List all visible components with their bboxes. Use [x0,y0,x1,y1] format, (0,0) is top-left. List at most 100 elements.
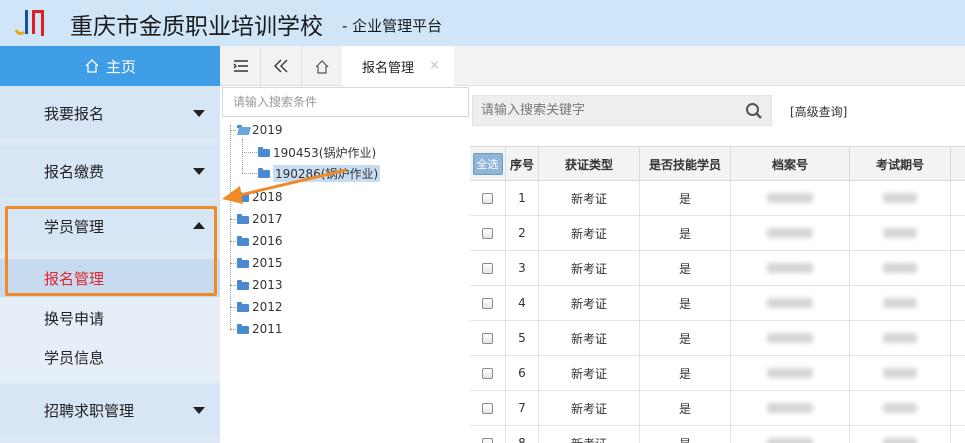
table-row[interactable]: 3 新考证是 [470,251,965,286]
search-icon[interactable] [745,102,763,120]
row-checkbox[interactable] [482,262,493,274]
sidebar-group-payment[interactable]: 报名缴费 [0,145,220,197]
table-row[interactable]: 2 新考证是 [470,216,965,251]
close-icon[interactable]: × [429,58,440,73]
row-checkbox[interactable] [482,192,493,204]
tab-bar: 报名管理 × [220,46,965,86]
redacted-value [767,263,813,273]
table-row[interactable]: 1 新考证是 [470,181,965,216]
redacted-value [767,438,813,443]
tree-node-2013[interactable]: 2013 [237,276,283,294]
checkbox-cell [470,286,506,320]
advanced-search-link[interactable]: [高级查询] [790,103,847,120]
redacted-value [767,228,813,238]
cert-type-cell: 新考证 [539,391,640,425]
table-row[interactable]: 6 新考证是 [470,356,965,391]
exam-period-cell [850,426,951,443]
tree-node-2018[interactable]: 2018 [237,188,283,206]
tree-node-2019[interactable]: 2019 [237,121,283,139]
table-row[interactable]: 8新考证是 [470,426,965,443]
table-row[interactable]: 7 新考证是 [470,391,965,426]
sidebar-group-label: 我要报名 [44,104,105,123]
redacted-value [767,298,813,308]
chevron-down-icon [193,110,205,117]
cert-type-cell: 新考证 [539,216,640,250]
sidebar-item-label: 学员信息 [44,348,105,367]
folder-icon [237,214,249,224]
checkbox-cell [470,426,506,443]
redacted-value [767,403,813,413]
sidebar-group-label: 报名缴费 [44,162,105,181]
table-row[interactable]: 4 新考证是 [470,286,965,321]
tree-node-190453[interactable]: 190453(锅炉作业) [258,143,376,161]
tree-node-2015[interactable]: 2015 [237,254,283,272]
sidebar-item-number-change[interactable]: 换号申请 [0,299,220,337]
app-subtitle: - 企业管理平台 [342,17,443,35]
sidebar-group-recruit[interactable]: 招聘求职管理 [0,384,220,436]
sidebar-group-enroll[interactable]: 我要报名 [0,87,220,139]
skill-student-cell: 是 [640,251,731,285]
chevron-down-icon [193,407,205,414]
row-number: 2 [506,216,539,250]
folder-icon [237,280,249,290]
row-number: 1 [506,181,539,215]
home-icon [85,59,99,73]
tree-node-190286[interactable]: 190286(锅炉作业) [258,164,381,182]
row-number: 3 [506,251,539,285]
cert-type-cell: 新考证 [539,321,640,355]
tree-node-2011[interactable]: 2011 [237,320,283,338]
exam-period-cell [850,356,951,390]
skill-student-cell: 是 [640,286,731,320]
checkbox-cell [470,356,506,390]
row-checkbox[interactable] [482,227,493,239]
cert-type-cell: 新考证 [539,426,640,443]
redacted-value [767,193,813,203]
tree-node-label: 190286(锅炉作业) [273,164,381,182]
exam-period-cell [850,181,951,215]
double-chevron-left-icon[interactable] [262,46,300,86]
column-header: 是否技能学员 [640,147,731,181]
home-tab-icon[interactable] [303,46,341,86]
cert-type-cell: 新考证 [539,181,640,215]
skill-student-cell: 是 [640,426,731,443]
folder-icon [258,147,270,157]
redacted-value [883,263,917,273]
table-row[interactable]: 5 新考证是 [470,321,965,356]
file-number-cell [731,216,850,250]
chevron-down-icon [193,168,205,175]
row-checkbox[interactable] [482,332,493,344]
row-checkbox[interactable] [482,367,493,379]
highlight-annotation-box [5,206,217,296]
file-number-cell [731,251,850,285]
sidebar-item-student-info[interactable]: 学员信息 [0,338,220,376]
column-header: 考试期号 [850,147,951,181]
column-header: 序号 [506,147,539,181]
tree-node-2012[interactable]: 2012 [237,298,283,316]
checkbox-cell [470,321,506,355]
folder-icon [237,324,249,334]
tree-node-label: 2011 [252,322,283,336]
redacted-value [883,368,917,378]
cert-type-cell: 新考证 [539,286,640,320]
year-tree: 2019 190453(锅炉作业) 190286(锅炉作业) 2018 2017… [226,121,466,361]
enrollment-table: 全选 序号 获证类型 是否技能学员 档案号 考试期号 1 新考证是 2 新考证是 3 新考… [470,146,965,443]
row-checkbox[interactable] [482,297,493,309]
column-header: 档案号 [731,147,850,181]
keyword-search-box [472,95,772,126]
select-all-button[interactable]: 全选 [472,153,503,175]
row-number: 8 [506,426,539,443]
tree-node-2017[interactable]: 2017 [237,210,283,228]
tree-node-label: 2018 [252,190,283,204]
redacted-value [883,438,917,443]
tab-enroll-manage[interactable]: 报名管理 × [342,46,454,86]
exam-period-cell [850,391,951,425]
row-checkbox[interactable] [482,437,493,443]
row-checkbox[interactable] [482,402,493,414]
exam-period-cell [850,251,951,285]
tree-search-input[interactable] [222,87,469,117]
menu-toggle-icon[interactable] [222,46,260,86]
home-button[interactable]: 主页 [0,46,220,86]
tree-node-2016[interactable]: 2016 [237,232,283,250]
keyword-search-input[interactable] [473,96,733,125]
checkbox-cell [470,181,506,215]
